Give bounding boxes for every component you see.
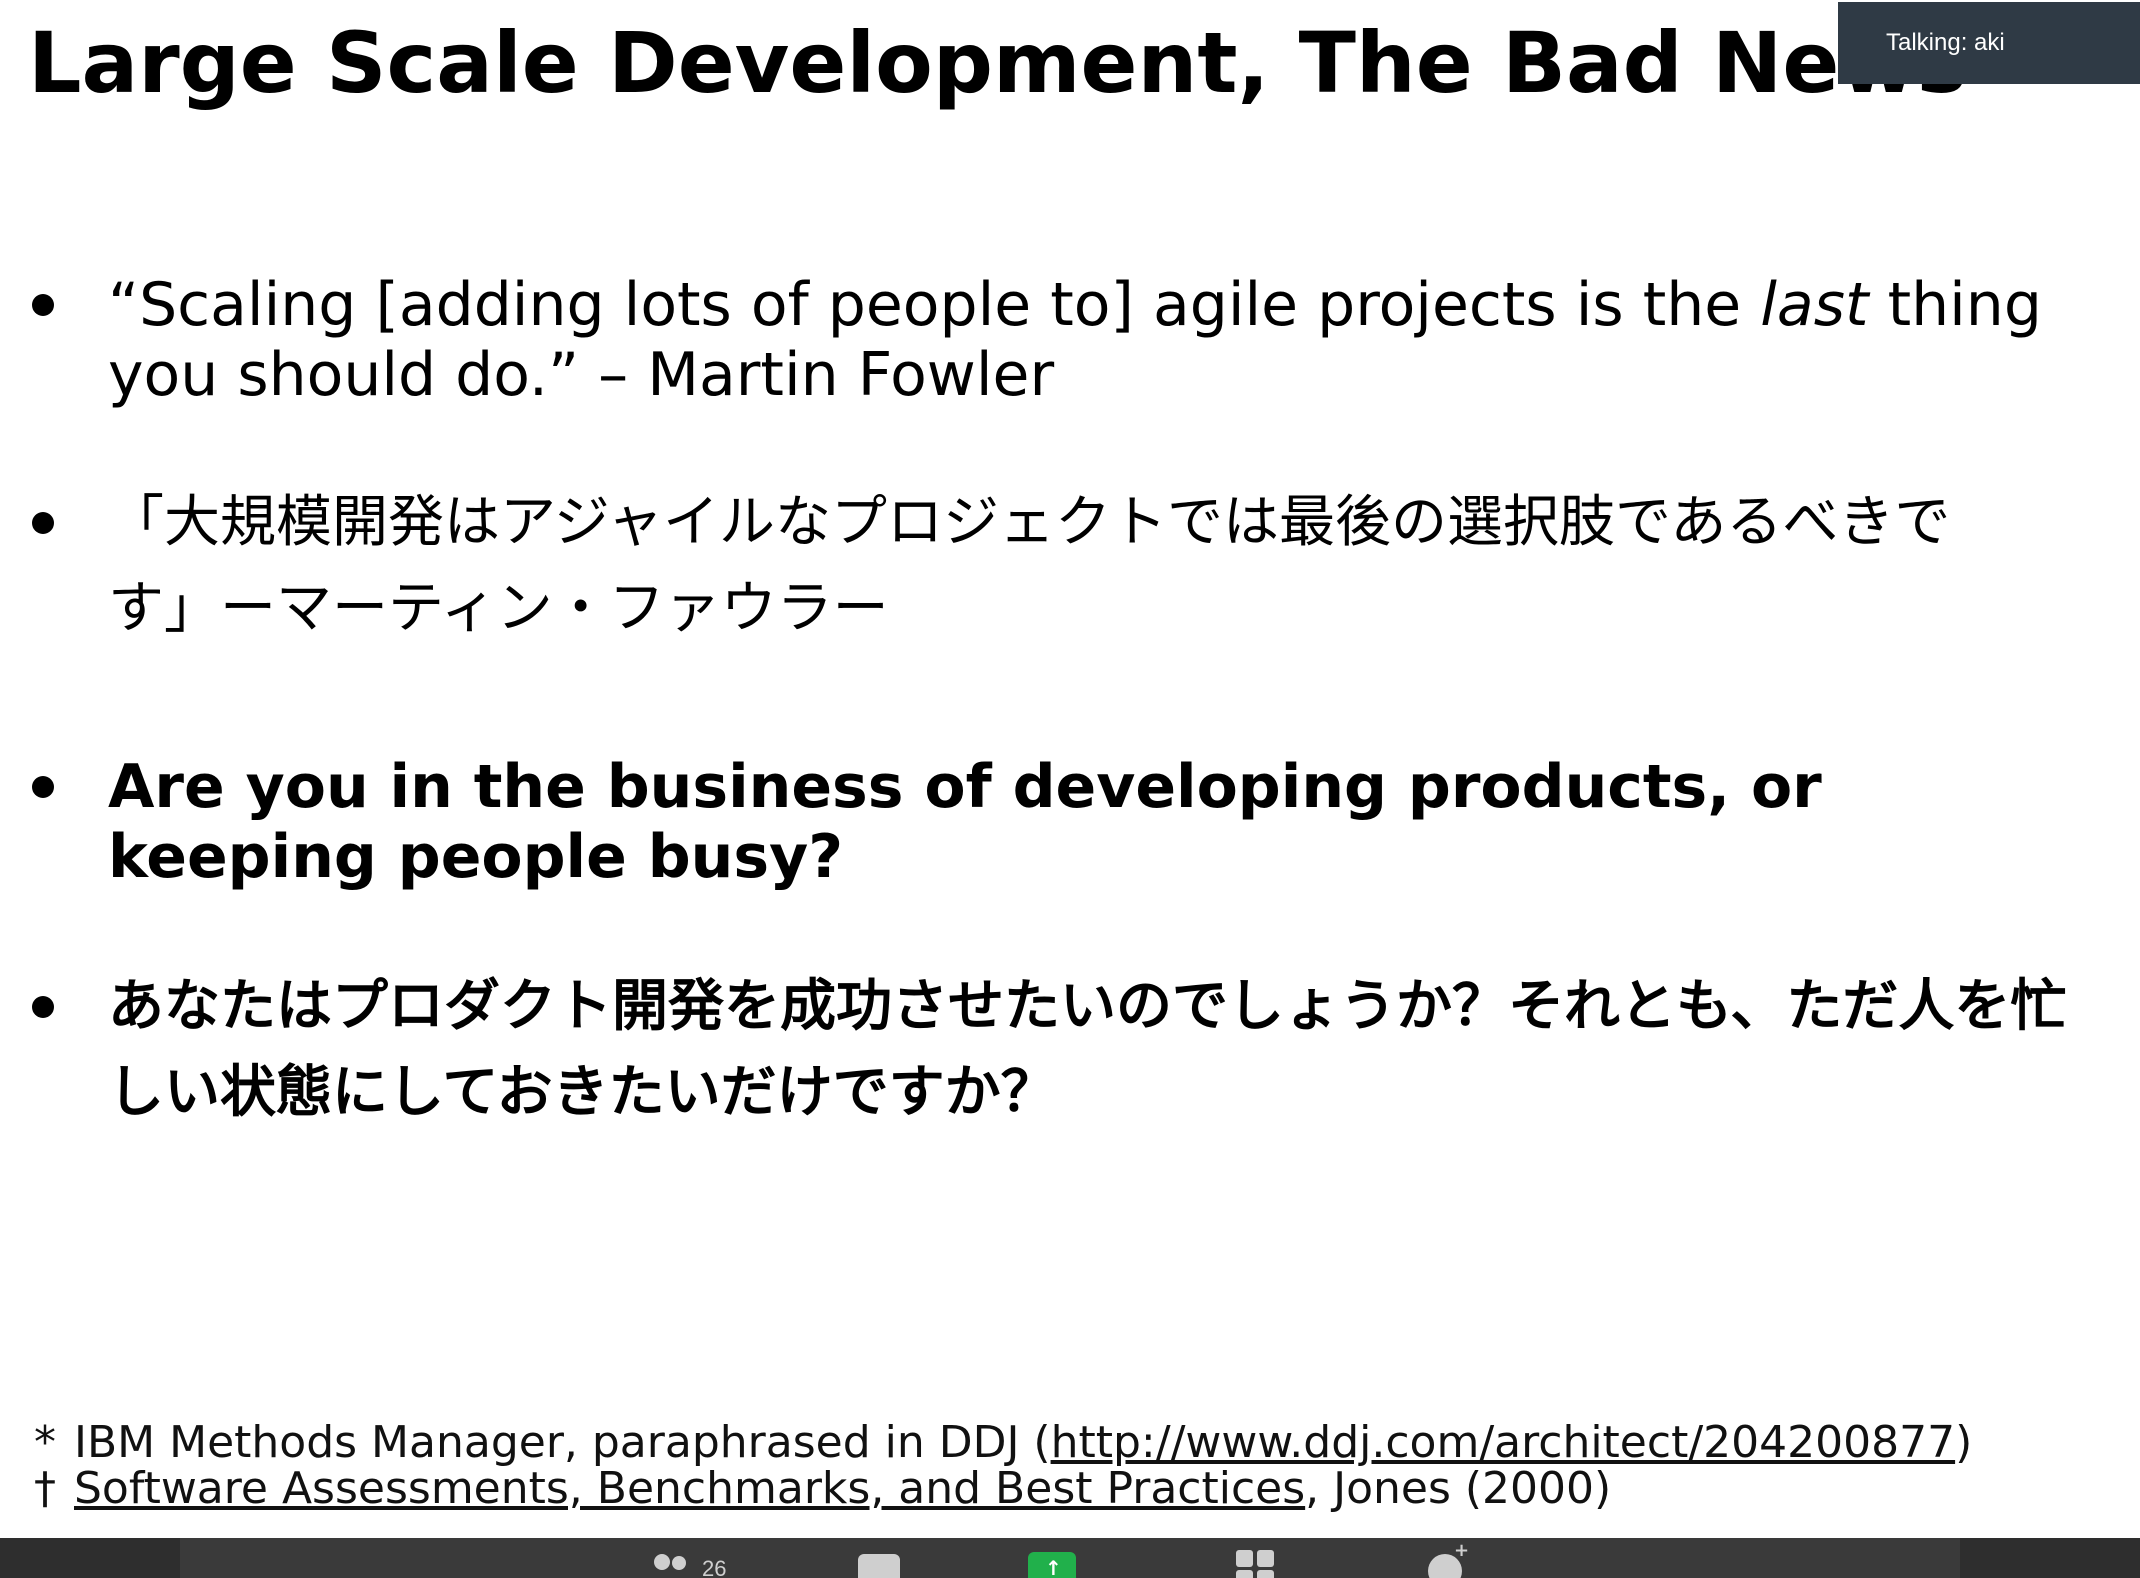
presentation-slide: Large Scale Development, The Bad News “S…	[0, 0, 2140, 1538]
talking-indicator: Talking: aki	[1838, 2, 2140, 84]
plus-icon: +	[1454, 1540, 1470, 1561]
share-screen-button[interactable]: ↑	[1028, 1538, 1076, 1578]
apps-button[interactable]	[1236, 1538, 1276, 1578]
bullet-dot	[32, 996, 54, 1018]
bullet-dot	[32, 512, 54, 534]
footnote-text: IBM Methods Manager, paraphrased in DDJ …	[74, 1417, 1051, 1468]
footnote-jones: † Software Assessments, Benchmarks, and B…	[34, 1466, 1972, 1512]
chat-icon	[858, 1554, 900, 1578]
bullet-text-question-ja: あなたはプロダクト開発を成功させたいのでしょうか？それとも、ただ人を忙しい状態に…	[108, 974, 2067, 1125]
apps-icon-tile	[1236, 1570, 1253, 1578]
participants-icon-secondary	[672, 1556, 686, 1570]
bullet-text-quote-en: “Scaling [adding lots of people to] agil…	[108, 270, 2098, 410]
bullet-dot	[32, 294, 54, 316]
footnote-mark: †	[34, 1463, 56, 1514]
toolbar-shade-left	[0, 1538, 180, 1578]
participants-icon	[654, 1554, 670, 1570]
participants-count: 26	[702, 1556, 727, 1578]
footnote-ibm: * IBM Methods Manager, paraphrased in DDJ…	[34, 1420, 1972, 1466]
chat-button[interactable]	[858, 1538, 900, 1578]
footnote-text-end: )	[1955, 1417, 1973, 1468]
toolbar-shade-right	[1960, 1538, 2140, 1578]
reactions-button[interactable]: +	[1428, 1538, 1472, 1578]
quote-text-before: “Scaling [adding lots of people to] agil…	[108, 270, 1761, 340]
bullet-dot	[32, 776, 54, 798]
apps-icon-tile	[1257, 1570, 1274, 1578]
quote-emphasis: last	[1760, 270, 1869, 340]
meeting-toolbar: 26 ↑ +	[0, 1538, 2140, 1578]
apps-icon-tile	[1257, 1550, 1274, 1567]
footnotes: * IBM Methods Manager, paraphrased in DDJ…	[34, 1420, 1972, 1512]
bullet-text-quote-ja: 「大規模開発はアジャイルなプロジェクトでは最後の選択肢であるべきです」ーマーティ…	[108, 490, 1951, 641]
bullet-text-question-en: Are you in the business of developing pr…	[108, 752, 1822, 892]
slide-title: Large Scale Development, The Bad News	[28, 14, 1967, 112]
apps-icon	[1236, 1550, 1253, 1567]
footnote-link-ddj[interactable]: http://www.ddj.com/architect/204200877	[1051, 1417, 1956, 1468]
participants-button[interactable]: 26	[654, 1538, 734, 1578]
arrow-up-icon: ↑	[1045, 1556, 1062, 1578]
footnote-link-book[interactable]: Software Assessments, Benchmarks, and Be…	[74, 1463, 1305, 1514]
footnote-mark: *	[34, 1417, 56, 1468]
footnote-text-end: , Jones (2000)	[1305, 1463, 1612, 1514]
